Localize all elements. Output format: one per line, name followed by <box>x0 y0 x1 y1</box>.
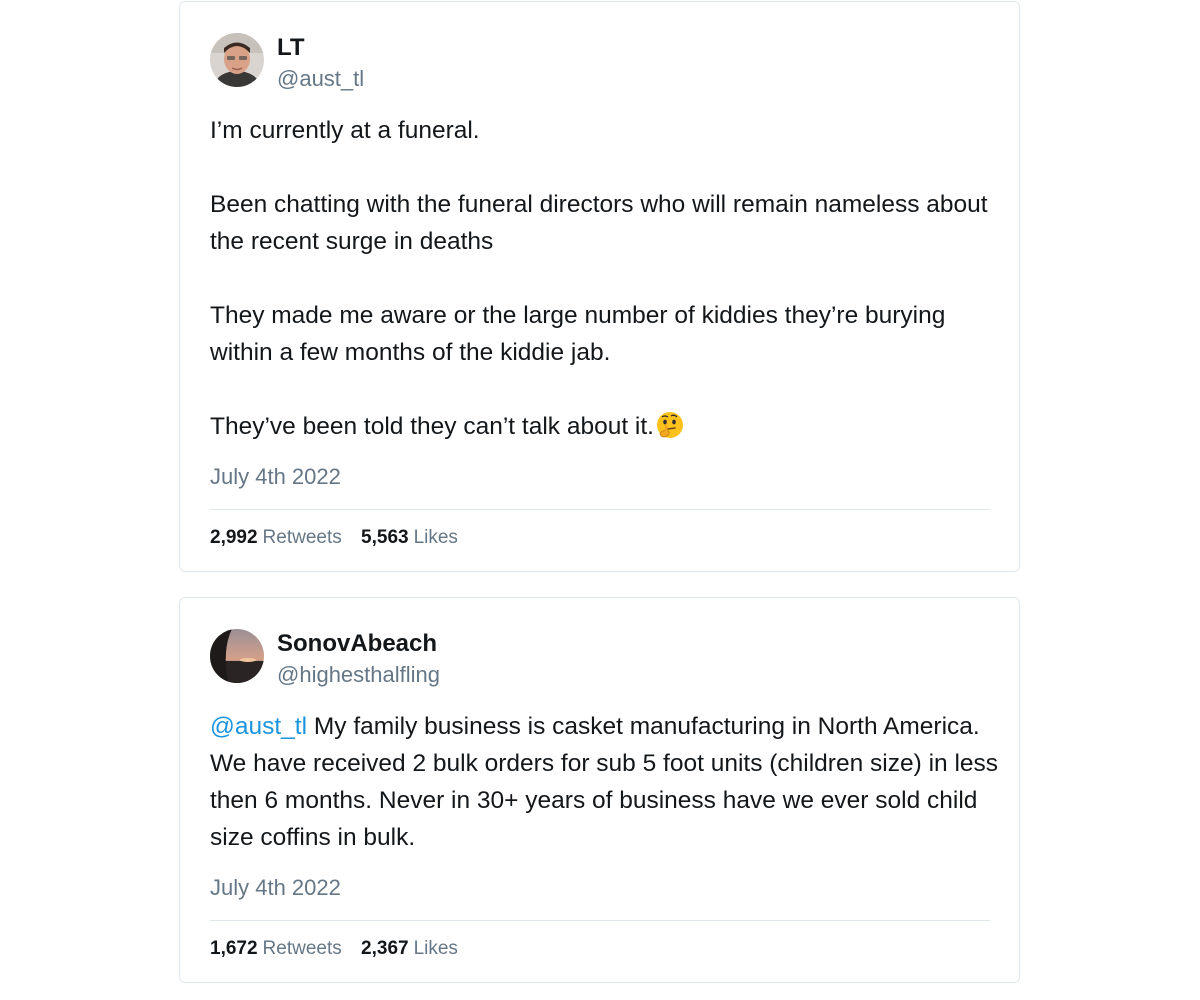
tweet-paragraph: They’ve been told they can’t talk about … <box>210 408 1000 451</box>
likes-number: 2,367 <box>361 938 409 959</box>
likes-label: Likes <box>413 527 458 548</box>
avatar[interactable] <box>210 629 264 683</box>
retweets-number: 1,672 <box>210 938 258 959</box>
tweet-card: SonovAbeach @highesthalfling @aust_tl My… <box>179 597 1020 983</box>
tweet-text: @aust_tl My family business is casket ma… <box>210 708 1000 856</box>
divider <box>210 920 990 921</box>
retweets-label: Retweets <box>262 938 342 959</box>
mention-link[interactable]: @aust_tl <box>210 713 307 740</box>
tweet-paragraph: @aust_tl My family business is casket ma… <box>210 708 1000 856</box>
divider <box>210 509 990 510</box>
tweet-date: July 4th 2022 <box>210 464 341 489</box>
likes-count[interactable]: 5,563 Likes <box>361 527 458 548</box>
tweet-paragraph-text: They’ve been told they can’t talk about … <box>210 413 654 440</box>
thinking-face-emoji-icon <box>655 410 685 451</box>
tweet-stats: 1,672 Retweets 2,367 Likes <box>210 937 458 961</box>
tweet-paragraph: I’m currently at a funeral. <box>210 117 480 144</box>
user-photo-avatar-icon <box>210 33 264 87</box>
tweet-paragraph: They made me aware or the large number o… <box>210 302 946 366</box>
display-name[interactable]: SonovAbeach <box>277 630 437 658</box>
likes-number: 5,563 <box>361 527 409 548</box>
tweet-text: I’m currently at a funeral. Been chattin… <box>210 112 1000 451</box>
tweet-stats: 2,992 Retweets 5,563 Likes <box>210 526 458 550</box>
retweets-number: 2,992 <box>210 527 258 548</box>
display-name[interactable]: LT <box>277 34 305 62</box>
tweet-paragraph: Been chatting with the funeral directors… <box>210 191 988 255</box>
tweet-date: July 4th 2022 <box>210 875 341 900</box>
retweets-count[interactable]: 1,672 Retweets <box>210 938 342 959</box>
tweet-paragraph-text: My family business is casket manufacturi… <box>210 713 999 851</box>
tweet-card: LT @aust_tl I’m currently at a funeral. … <box>179 1 1020 572</box>
user-handle[interactable]: @aust_tl <box>277 65 364 93</box>
sunset-photo-avatar-icon <box>210 629 264 683</box>
user-handle[interactable]: @highesthalfling <box>277 661 440 689</box>
likes-count[interactable]: 2,367 Likes <box>361 938 458 959</box>
retweets-label: Retweets <box>262 527 342 548</box>
likes-label: Likes <box>413 938 458 959</box>
retweets-count[interactable]: 2,992 Retweets <box>210 527 342 548</box>
avatar[interactable] <box>210 33 264 87</box>
